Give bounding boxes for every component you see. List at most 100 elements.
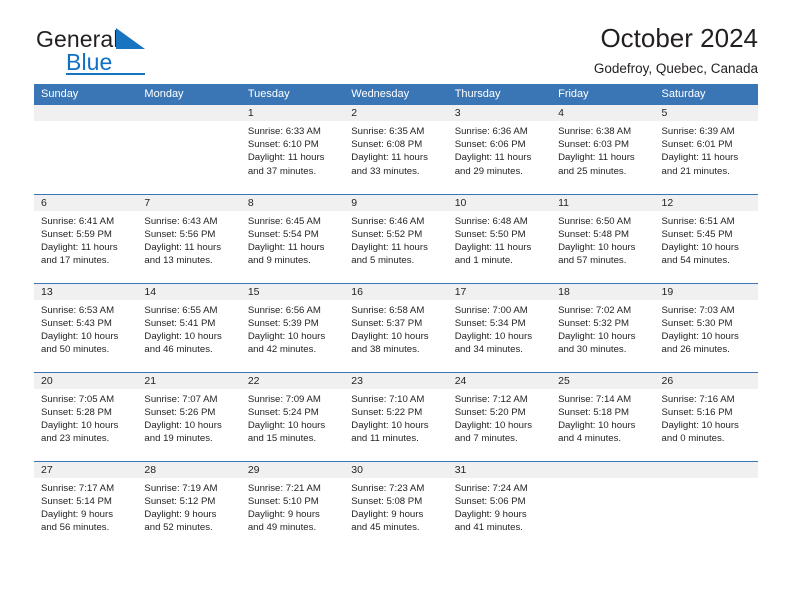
calendar-day-cell[interactable]: 26 Sunrise: 7:16 AM Sunset: 5:16 PM Dayligh…	[654, 371, 758, 461]
sunrise-text: Sunrise: 7:23 AM	[351, 482, 425, 494]
day-number: 1	[240, 105, 345, 121]
sunset-text: Sunset: 5:32 PM	[558, 317, 630, 329]
daylight-text-line2: and 42 minutes.	[247, 344, 317, 356]
sunrise-text: Sunrise: 6:36 AM	[454, 126, 528, 137]
daylight-text-line2: and 54 minutes.	[661, 255, 730, 267]
daylight-text-line2: and 11 minutes.	[351, 433, 419, 445]
calendar-body: 1 Sunrise: 6:33 AM Sunset: 6:10 PM Daylight…	[34, 105, 758, 550]
logo-triangle-icon	[116, 28, 145, 49]
sunset-text: Sunset: 5:12 PM	[144, 495, 216, 507]
daylight-text-line2: and 23 minutes.	[41, 433, 110, 445]
weekday-header-tuesday: Tuesday	[240, 84, 345, 105]
calendar-day-cell[interactable]: 1 Sunrise: 6:33 AM Sunset: 6:10 PM Daylight…	[240, 105, 345, 194]
day-details: Sunrise: 7:17 AM Sunset: 5:14 PM Daylight:…	[34, 478, 137, 535]
day-number: 28	[137, 461, 241, 478]
calendar-day-cell[interactable]: 10 Sunrise: 6:48 AM Sunset: 5:50 PM Dayligh…	[447, 193, 552, 283]
daylight-text-line2: and 13 minutes.	[144, 255, 213, 267]
calendar-day-cell[interactable]: 17 Sunrise: 7:00 AM Sunset: 5:34 PM Dayligh…	[447, 282, 552, 372]
calendar-week-row: 13 Sunrise: 6:53 AM Sunset: 5:43 PM Dayligh…	[34, 282, 758, 372]
calendar-day-cell[interactable]: 22 Sunrise: 7:09 AM Sunset: 5:24 PM Dayligh…	[240, 371, 345, 461]
daylight-text-line1: Daylight: 10 hours	[351, 330, 429, 342]
daylight-text-line1: Daylight: 11 hours	[144, 241, 222, 253]
calendar-day-cell[interactable]: 9 Sunrise: 6:46 AM Sunset: 5:52 PM Daylight…	[344, 193, 448, 283]
calendar-day-cell[interactable]: 31 Sunrise: 7:24 AM Sunset: 5:06 PM Dayligh…	[447, 460, 552, 550]
day-number: 30	[344, 461, 448, 478]
calendar-day-cell[interactable]: 12 Sunrise: 6:51 AM Sunset: 5:45 PM Dayligh…	[654, 193, 758, 283]
daylight-text-line2: and 21 minutes.	[661, 165, 730, 177]
sunrise-text: Sunrise: 7:00 AM	[454, 304, 528, 316]
daylight-text-line1: Daylight: 10 hours	[661, 419, 739, 431]
calendar-day-cell[interactable]: 4 Sunrise: 6:38 AM Sunset: 6:03 PM Daylight…	[551, 105, 655, 194]
sunset-text: Sunset: 5:43 PM	[41, 317, 112, 329]
day-details: Sunrise: 7:10 AM Sunset: 5:22 PM Daylight:…	[344, 389, 447, 446]
weekday-header-sunday: Sunday	[34, 84, 138, 105]
day-details: Sunrise: 6:33 AM Sunset: 6:10 PM Daylight:…	[241, 121, 344, 178]
sunset-text: Sunset: 5:22 PM	[351, 406, 423, 418]
calendar-day-cell[interactable]: 16 Sunrise: 6:58 AM Sunset: 5:37 PM Dayligh…	[344, 282, 448, 372]
calendar-day-cell[interactable]: 18 Sunrise: 7:02 AM Sunset: 5:32 PM Dayligh…	[551, 282, 655, 372]
day-number: 14	[137, 283, 241, 300]
sunset-text: Sunset: 5:06 PM	[454, 495, 526, 507]
daylight-text-line1: Daylight: 10 hours	[454, 330, 533, 342]
calendar-day-cell[interactable]: 24 Sunrise: 7:12 AM Sunset: 5:20 PM Dayligh…	[447, 371, 552, 461]
calendar-day-cell[interactable]: 15 Sunrise: 6:56 AM Sunset: 5:39 PM Dayligh…	[240, 282, 345, 372]
daylight-text-line1: Daylight: 10 hours	[144, 419, 222, 431]
calendar-day-cell[interactable]: 20 Sunrise: 7:05 AM Sunset: 5:28 PM Dayligh…	[34, 371, 138, 461]
calendar-day-cell[interactable]: 27 Sunrise: 7:17 AM Sunset: 5:14 PM Dayligh…	[34, 460, 138, 550]
sunset-text: Sunset: 5:37 PM	[351, 317, 423, 329]
daylight-text-line2: and 4 minutes.	[558, 433, 622, 445]
page-header: General Blue October 2024 Godefroy, Queb…	[34, 0, 758, 76]
sunset-text: Sunset: 5:20 PM	[454, 406, 526, 418]
calendar-day-cell[interactable]: 11 Sunrise: 6:50 AM Sunset: 5:48 PM Dayligh…	[551, 193, 655, 283]
calendar-day-cell[interactable]: 19 Sunrise: 7:03 AM Sunset: 5:30 PM Dayligh…	[654, 282, 758, 372]
calendar-cell-empty	[34, 105, 138, 194]
daylight-text-line2: and 45 minutes.	[351, 522, 420, 534]
day-details: Sunrise: 7:12 AM Sunset: 5:20 PM Daylight:…	[448, 389, 551, 446]
calendar-day-cell[interactable]: 7 Sunrise: 6:43 AM Sunset: 5:56 PM Daylight…	[137, 193, 241, 283]
sunrise-text: Sunrise: 6:55 AM	[144, 304, 218, 316]
day-number: 31	[447, 461, 552, 478]
calendar-day-cell[interactable]: 5 Sunrise: 6:39 AM Sunset: 6:01 PM Daylight…	[654, 105, 758, 194]
calendar-day-cell[interactable]: 23 Sunrise: 7:10 AM Sunset: 5:22 PM Dayligh…	[344, 371, 448, 461]
calendar-day-cell[interactable]: 8 Sunrise: 6:45 AM Sunset: 5:54 PM Daylight…	[240, 193, 345, 283]
sunset-text: Sunset: 5:24 PM	[247, 406, 319, 418]
day-number: 9	[344, 194, 448, 211]
day-details: Sunrise: 7:02 AM Sunset: 5:32 PM Daylight:…	[551, 300, 654, 357]
daylight-text-line1: Daylight: 11 hours	[247, 241, 325, 253]
calendar-day-cell[interactable]: 30 Sunrise: 7:23 AM Sunset: 5:08 PM Dayligh…	[344, 460, 448, 550]
daylight-text-line1: Daylight: 11 hours	[454, 152, 532, 164]
sunrise-text: Sunrise: 6:50 AM	[558, 215, 632, 227]
sunset-text: Sunset: 5:30 PM	[661, 317, 733, 329]
sunrise-text: Sunrise: 6:51 AM	[661, 215, 735, 227]
sunrise-text: Sunrise: 6:41 AM	[41, 215, 115, 227]
daylight-text-line1: Daylight: 11 hours	[661, 152, 739, 164]
calendar-day-cell[interactable]: 13 Sunrise: 6:53 AM Sunset: 5:43 PM Dayligh…	[34, 282, 138, 372]
day-details: Sunrise: 6:50 AM Sunset: 5:48 PM Daylight:…	[551, 211, 654, 268]
sunrise-text: Sunrise: 7:24 AM	[454, 482, 528, 494]
calendar-day-cell[interactable]: 21 Sunrise: 7:07 AM Sunset: 5:26 PM Dayligh…	[137, 371, 241, 461]
calendar-table: Sunday Monday Tuesday Wednesday Thursday…	[34, 84, 758, 550]
calendar-day-cell[interactable]: 14 Sunrise: 6:55 AM Sunset: 5:41 PM Dayligh…	[137, 282, 241, 372]
day-details: Sunrise: 7:05 AM Sunset: 5:28 PM Daylight:…	[34, 389, 137, 446]
day-number: 12	[654, 194, 758, 211]
calendar-day-cell[interactable]: 25 Sunrise: 7:14 AM Sunset: 5:18 PM Dayligh…	[551, 371, 655, 461]
calendar-day-cell[interactable]: 29 Sunrise: 7:21 AM Sunset: 5:10 PM Dayligh…	[240, 460, 345, 550]
day-details: Sunrise: 6:46 AM Sunset: 5:52 PM Daylight:…	[344, 211, 447, 268]
page-title: October 2024	[600, 23, 758, 53]
daylight-text-line1: Daylight: 9 hours	[351, 508, 424, 520]
weekday-header-saturday: Saturday	[654, 84, 758, 105]
daylight-text-line1: Daylight: 10 hours	[558, 419, 636, 431]
sunrise-text: Sunrise: 7:10 AM	[351, 393, 425, 405]
calendar-day-cell[interactable]: 28 Sunrise: 7:19 AM Sunset: 5:12 PM Dayligh…	[137, 460, 241, 550]
sunset-text: Sunset: 6:10 PM	[247, 139, 319, 151]
day-number: 7	[137, 194, 241, 211]
daylight-text-line2: and 56 minutes.	[41, 522, 110, 534]
calendar-day-cell[interactable]: 3 Sunrise: 6:36 AM Sunset: 6:06 PM Daylight…	[447, 105, 552, 194]
day-details: Sunrise: 7:00 AM Sunset: 5:34 PM Daylight:…	[448, 300, 551, 357]
sunrise-text: Sunrise: 7:16 AM	[661, 393, 735, 405]
calendar-day-cell[interactable]: 6 Sunrise: 6:41 AM Sunset: 5:59 PM Daylight…	[34, 193, 138, 283]
day-number: 6	[34, 194, 138, 211]
daylight-text-line1: Daylight: 10 hours	[247, 330, 326, 342]
calendar-day-cell[interactable]: 2 Sunrise: 6:35 AM Sunset: 6:08 PM Daylight…	[344, 105, 448, 194]
sunrise-text: Sunrise: 7:19 AM	[144, 482, 218, 494]
